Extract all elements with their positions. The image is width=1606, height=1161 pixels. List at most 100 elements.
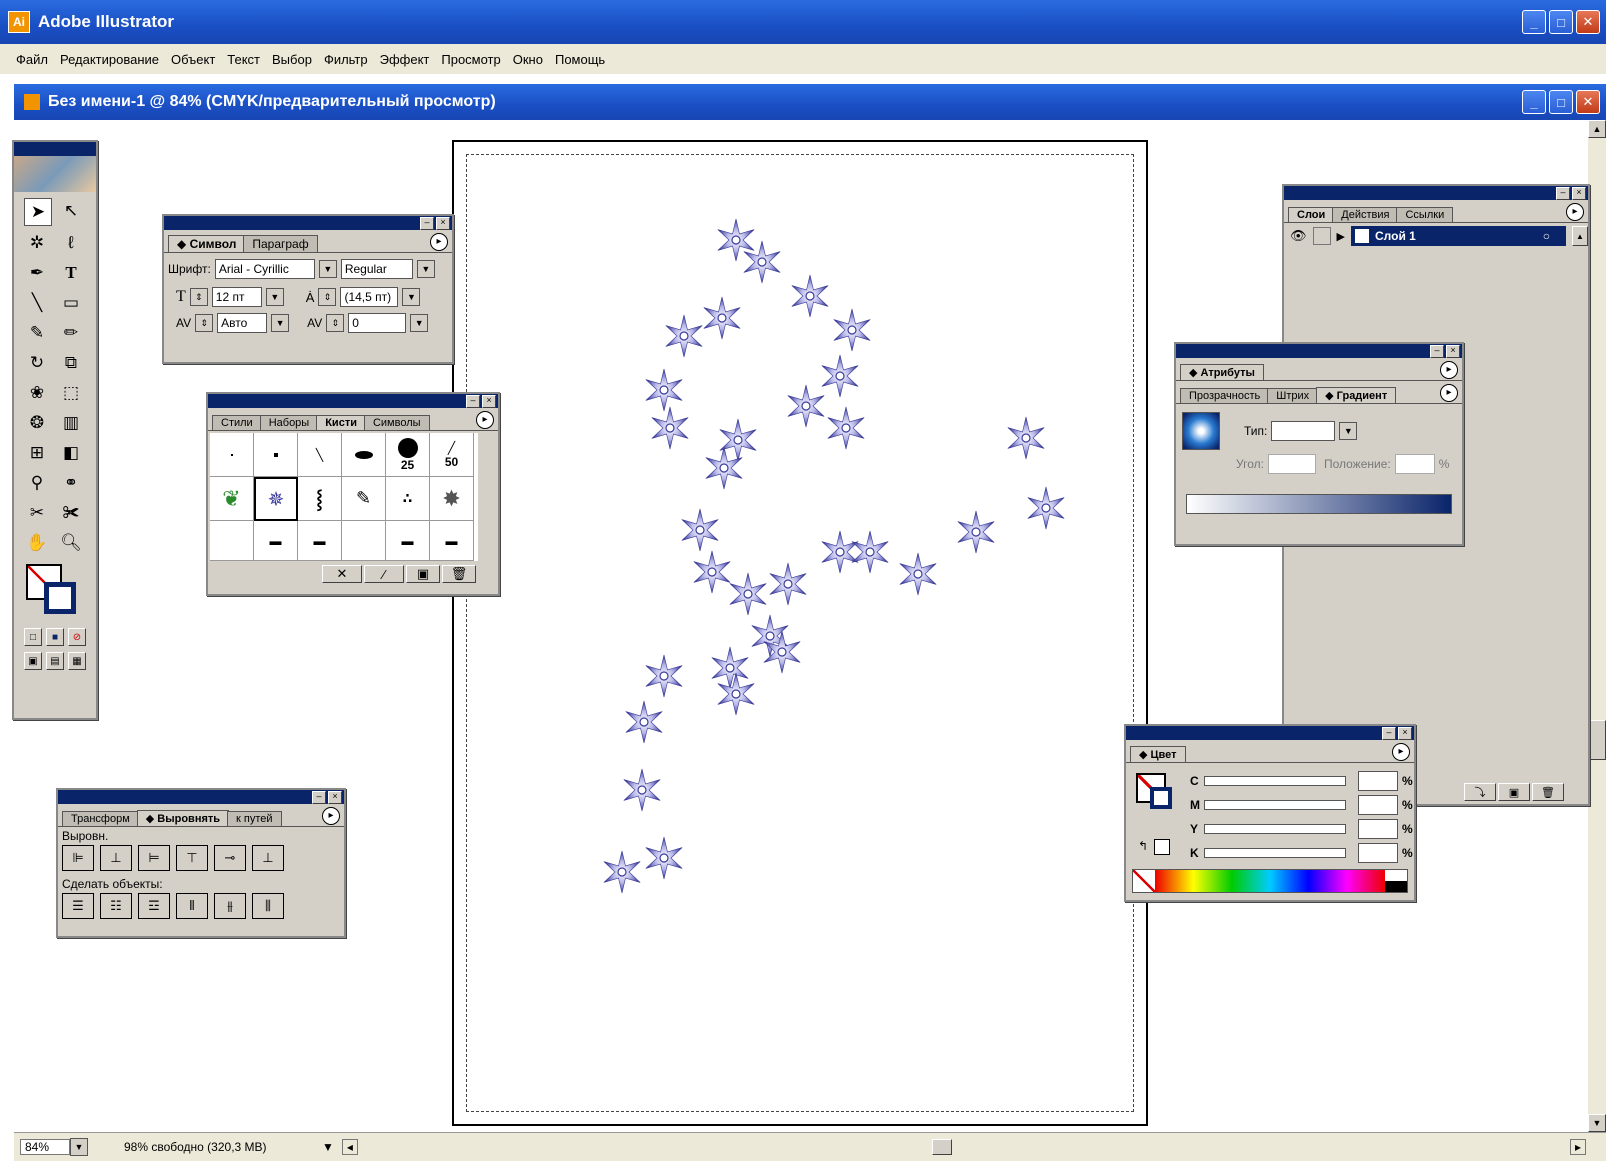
symbol-star-instance[interactable] [678, 508, 722, 552]
fill-stroke-swatch[interactable] [24, 562, 86, 622]
symbol-star-instance[interactable] [1004, 416, 1048, 460]
align-panel-minimize-button[interactable]: – [312, 790, 326, 804]
scroll-thumb[interactable] [1588, 720, 1606, 760]
symbol-star-instance[interactable] [622, 700, 666, 744]
brush-line-2[interactable]: ▬ [298, 521, 342, 561]
menu-effect[interactable]: Эффект [374, 52, 436, 67]
scroll-down-button[interactable]: ▼ [1588, 1114, 1606, 1132]
menu-filter[interactable]: Фильтр [318, 52, 374, 67]
align-panel-menu-icon[interactable]: ▸ [322, 807, 340, 825]
zoom-field[interactable]: 84% [20, 1139, 70, 1155]
distribute-vcenter-button[interactable]: ☷ [100, 893, 132, 919]
rotate-tool-icon[interactable]: ↻ [24, 350, 50, 376]
menu-type[interactable]: Текст [221, 52, 266, 67]
pen-tool-icon[interactable]: ✒ [24, 260, 50, 286]
menu-file[interactable]: Файл [10, 52, 54, 67]
new-layer-button[interactable]: ▣ [1498, 783, 1530, 801]
tab-pathfinder[interactable]: к путей [227, 811, 282, 826]
cyan-slider[interactable] [1204, 776, 1346, 786]
symbol-star-instance[interactable] [740, 240, 784, 284]
paintbrush-tool-icon[interactable]: ✎ [24, 320, 50, 346]
horizontal-scrollbar[interactable] [361, 1139, 1566, 1155]
pencil-tool-icon[interactable]: ✏ [58, 320, 84, 346]
slice-tool-icon[interactable]: ✂ [24, 500, 50, 526]
brush-panel-close-button[interactable]: × [482, 394, 496, 408]
symbol-star-instance[interactable] [824, 406, 868, 450]
scale-tool-icon[interactable]: ⧉ [58, 350, 84, 376]
h-scroll-thumb[interactable] [931, 1139, 952, 1155]
brush-small-dot[interactable] [254, 433, 298, 477]
color-panel-minimize-button[interactable]: – [1382, 726, 1396, 740]
delete-layer-button[interactable]: 🗑︎ [1532, 783, 1564, 801]
brush-blob[interactable]: ✸ [430, 477, 474, 521]
leading-dropdown[interactable]: ▼ [402, 288, 421, 306]
kerning-stepper[interactable]: ⇕ [195, 314, 214, 332]
none-mode-icon[interactable]: ⊘ [68, 628, 86, 646]
align-right-button[interactable]: ⊨ [138, 845, 170, 871]
symbol-star-instance[interactable] [714, 672, 758, 716]
brush-panel-minimize-button[interactable]: – [466, 394, 480, 408]
symbol-star-instance[interactable] [1024, 486, 1068, 530]
maximize-button[interactable]: □ [1549, 10, 1573, 34]
layer-expand-icon[interactable]: ▶ [1337, 230, 1345, 243]
tab-color[interactable]: ◆ Цвет [1130, 746, 1186, 762]
align-top-button[interactable]: ⊤ [176, 845, 208, 871]
color-panel-menu-icon[interactable]: ▸ [1392, 743, 1410, 761]
scroll-right-button[interactable]: ▸ [1569, 1139, 1586, 1155]
tab-symbols[interactable]: Символы [363, 415, 430, 430]
symbol-sprayer-tool-icon[interactable]: ❂ [24, 410, 50, 436]
tracking-stepper[interactable]: ⇕ [326, 314, 345, 332]
new-sublayer-button[interactable]: ⤵ [1464, 783, 1496, 801]
blend-tool-icon[interactable]: ⚭ [58, 470, 84, 496]
symbol-star-instance[interactable] [642, 654, 686, 698]
free-transform-tool-icon[interactable]: ⬚ [58, 380, 84, 406]
warp-tool-icon[interactable]: ❀ [24, 380, 50, 406]
symbol-star-instance[interactable] [702, 446, 746, 490]
line-tool-icon[interactable]: ╲ [24, 290, 50, 316]
panel-close-button[interactable]: × [436, 216, 450, 230]
brush-size-50[interactable]: ╱ 50 [430, 433, 474, 477]
tab-gradient[interactable]: ◆ Градиент [1316, 387, 1397, 403]
brush-splatter[interactable]: ∴ [386, 477, 430, 521]
brush-line-1[interactable]: ▬ [254, 521, 298, 561]
magenta-slider[interactable] [1204, 800, 1346, 810]
font-family-dropdown[interactable]: ▼ [318, 260, 337, 278]
symbol-star-instance[interactable] [788, 274, 832, 318]
brush-slash[interactable]: ╲ [298, 433, 342, 477]
symbol-star-instance[interactable] [896, 552, 940, 596]
brush-size-25[interactable]: 25 [386, 433, 430, 477]
menu-window[interactable]: Окно [507, 52, 549, 67]
spectrum-none-icon[interactable] [1133, 870, 1155, 892]
fullscreen-menu-mode-icon[interactable]: ▤ [46, 652, 64, 670]
leading-field[interactable]: (14,5 пт) [340, 287, 399, 307]
yellow-value-field[interactable] [1358, 819, 1398, 839]
gradient-panel-menu-icon[interactable]: ▸ [1440, 384, 1458, 402]
tab-attributes[interactable]: ◆ Атрибуты [1180, 364, 1264, 380]
gradient-panel-minimize-button[interactable]: – [1430, 344, 1444, 358]
hand-tool-icon[interactable]: ✋ [24, 530, 50, 556]
brush-panel-menu-icon[interactable]: ▸ [476, 411, 494, 429]
symbol-star-instance[interactable] [830, 308, 874, 352]
brush-tiny-dot[interactable] [210, 433, 254, 477]
brush-oval[interactable] [342, 433, 386, 477]
tracking-field[interactable]: 0 [348, 313, 407, 333]
remove-stroke-button[interactable]: ✕ [322, 565, 362, 583]
symbol-star-instance[interactable] [954, 510, 998, 554]
kerning-field[interactable]: Авто [217, 313, 268, 333]
align-hcenter-button[interactable]: ⊥ [100, 845, 132, 871]
rectangle-tool-icon[interactable]: ▭ [58, 290, 84, 316]
menu-help[interactable]: Помощь [549, 52, 611, 67]
gradient-preview-icon[interactable] [1182, 412, 1220, 450]
lasso-tool-icon[interactable]: ℓ [58, 230, 84, 256]
tab-paragraph[interactable]: Параграф [243, 235, 318, 252]
doc-minimize-button[interactable]: _ [1522, 90, 1546, 114]
font-size-dropdown[interactable]: ▼ [265, 288, 284, 306]
gradient-mode-icon[interactable]: ■ [46, 628, 64, 646]
symbol-star-instance[interactable] [648, 406, 692, 450]
yellow-slider[interactable] [1204, 824, 1346, 834]
mesh-tool-icon[interactable]: ⊞ [24, 440, 50, 466]
leading-stepper[interactable]: ⇕ [318, 288, 337, 306]
brush-feather[interactable]: ✎ [342, 477, 386, 521]
tab-swatches[interactable]: Наборы [259, 415, 319, 430]
symbol-star-instance[interactable] [760, 630, 804, 674]
